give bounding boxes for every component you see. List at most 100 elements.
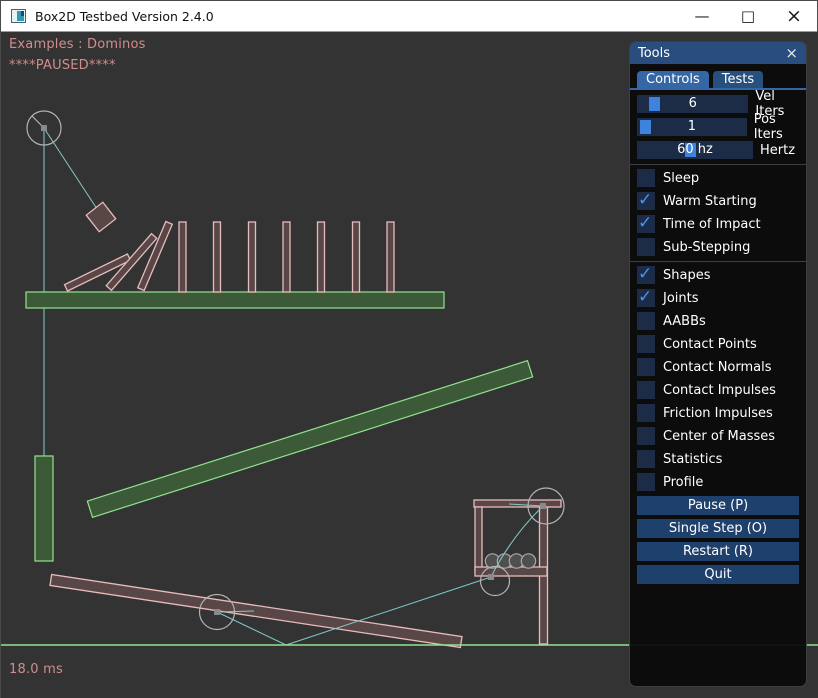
paused-label: ****PAUSED**** <box>9 58 116 73</box>
checkbox-label: Center of Masses <box>663 429 775 444</box>
slider-hertz[interactable]: 60 hz <box>637 141 753 159</box>
slider-value: 60 hz <box>637 141 753 159</box>
check-mark-icon: ✓ <box>638 264 652 284</box>
checkbox-row-friction-impulses[interactable]: Friction Impulses <box>637 404 806 422</box>
checkbox-unchecked[interactable] <box>637 358 655 376</box>
checkbox-label: Time of Impact <box>663 217 761 232</box>
tools-panel: Tools × ControlsTests 6Vel Iters1Pos Ite… <box>629 41 807 687</box>
checkbox-row-shapes[interactable]: ✓Shapes <box>637 266 806 284</box>
checkbox-row-warm-starting[interactable]: ✓ Warm Starting <box>637 192 806 210</box>
checkbox-row-sub-stepping[interactable]: Sub-Stepping <box>637 238 806 256</box>
checkbox-unchecked[interactable] <box>637 238 655 256</box>
checkbox-label: Contact Impulses <box>663 383 776 398</box>
checkbox-checked[interactable]: ✓ <box>637 289 655 307</box>
simulation-canvas[interactable]: Examples : Dominos ****PAUSED**** 18.0 m… <box>1 32 818 698</box>
domino <box>249 222 256 292</box>
slider-row: 60 hz Hertz <box>637 141 806 159</box>
single-step-o-button[interactable]: Single Step (O) <box>637 519 799 538</box>
checkbox-group-draw: ✓Shapes✓JointsAABBsContact PointsContact… <box>630 266 806 491</box>
checkbox-group-solver: Sleep ✓ Warm Starting ✓ Time of Impact Sub-St… <box>630 169 806 256</box>
tools-panel-title: Tools <box>638 46 670 61</box>
slider-label: Hertz <box>760 143 795 158</box>
tools-panel-titlebar[interactable]: Tools × <box>630 42 806 64</box>
checkbox-unchecked[interactable] <box>637 169 655 187</box>
checkbox-row-contact-impulses[interactable]: Contact Impulses <box>637 381 806 399</box>
slider-row: 6Vel Iters <box>637 95 806 113</box>
example-label: Examples : Dominos <box>9 37 146 52</box>
cradle-ball <box>521 554 535 568</box>
joint-anchor <box>41 125 47 131</box>
checkbox-unchecked[interactable] <box>637 312 655 330</box>
pause-p-button[interactable]: Pause (P) <box>637 496 799 515</box>
checkbox-label: Contact Points <box>663 337 757 352</box>
checkbox-unchecked[interactable] <box>637 404 655 422</box>
joint-anchor <box>488 574 494 580</box>
quit-button[interactable]: Quit <box>637 565 799 584</box>
joint-line-pendulum <box>44 128 101 215</box>
panel-close-icon[interactable]: × <box>785 46 798 61</box>
window-controls: — □ × <box>679 1 817 31</box>
pendulum-box <box>86 202 115 231</box>
slider-group: 6Vel Iters1Pos Iters60 hzHertz <box>637 95 806 159</box>
cradle-shelf <box>475 567 547 576</box>
checkbox-row-profile[interactable]: Profile <box>637 473 806 491</box>
window-titlebar[interactable]: Box2D Testbed Version 2.4.0 — □ × <box>1 1 817 32</box>
seesaw-plank <box>50 575 462 648</box>
minimize-button[interactable]: — <box>679 1 725 31</box>
close-button[interactable]: × <box>771 1 817 31</box>
window-title: Box2D Testbed Version 2.4.0 <box>35 9 214 24</box>
checkbox-label: AABBs <box>663 314 706 329</box>
check-mark-icon: ✓ <box>638 190 652 210</box>
checkbox-label: Contact Normals <box>663 360 772 375</box>
checkbox-unchecked[interactable] <box>637 335 655 353</box>
checkbox-row-contact-points[interactable]: Contact Points <box>637 335 806 353</box>
checkbox-unchecked[interactable] <box>637 427 655 445</box>
domino <box>353 222 360 292</box>
app-icon <box>11 9 26 23</box>
checkbox-checked[interactable]: ✓ <box>637 266 655 284</box>
tab-tests[interactable]: Tests <box>713 71 763 88</box>
checkbox-label: Statistics <box>663 452 722 467</box>
domino <box>179 222 186 292</box>
separator <box>630 164 806 165</box>
frame-time-label: 18.0 ms <box>9 662 63 677</box>
maximize-button[interactable]: □ <box>725 1 771 31</box>
slider-value: 6 <box>637 95 748 113</box>
checkbox-label: Friction Impulses <box>663 406 773 421</box>
checkbox-row-statistics[interactable]: Statistics <box>637 450 806 468</box>
checkbox-label: Profile <box>663 475 703 490</box>
checkbox-unchecked[interactable] <box>637 450 655 468</box>
joint-anchor <box>540 503 546 509</box>
checkbox-row-contact-normals[interactable]: Contact Normals <box>637 358 806 376</box>
checkbox-checked[interactable]: ✓ <box>637 215 655 233</box>
domino <box>318 222 325 292</box>
ramp <box>87 361 532 518</box>
checkbox-unchecked[interactable] <box>637 473 655 491</box>
joint-anchor <box>214 609 220 615</box>
checkbox-row-sleep[interactable]: Sleep <box>637 169 806 187</box>
tab-controls[interactable]: Controls <box>637 71 709 88</box>
checkbox-row-joints[interactable]: ✓ Joints <box>637 289 806 307</box>
domino-fallen <box>138 221 173 290</box>
restart-r-button[interactable]: Restart (R) <box>637 542 799 561</box>
cradle-left-post <box>475 507 482 571</box>
app-window: Box2D Testbed Version 2.4.0 — □ × Exampl… <box>0 0 818 698</box>
domino <box>387 222 394 292</box>
button-group: Pause (P) Single Step (O) Restart (R) Quit <box>630 496 806 584</box>
checkbox-row-aabbs[interactable]: AABBs <box>637 312 806 330</box>
slider-vel-iters[interactable]: 6 <box>637 95 748 113</box>
checkbox-label: Joints <box>663 291 699 306</box>
domino <box>283 222 290 292</box>
checkbox-row-time-of-impact[interactable]: ✓ Time of Impact <box>637 215 806 233</box>
slider-pos-iters[interactable]: 1 <box>637 118 747 136</box>
checkbox-row-center-of-masses[interactable]: Center of Masses <box>637 427 806 445</box>
check-mark-icon: ✓ <box>638 213 652 233</box>
checkbox-label: Warm Starting <box>663 194 757 209</box>
domino-platform <box>26 292 444 308</box>
checkbox-label: Sub-Stepping <box>663 240 750 255</box>
checkbox-unchecked[interactable] <box>637 381 655 399</box>
separator <box>630 261 806 262</box>
check-mark-icon: ✓ <box>638 287 652 307</box>
checkbox-checked[interactable]: ✓ <box>637 192 655 210</box>
tab-bar: ControlsTests <box>630 71 806 90</box>
